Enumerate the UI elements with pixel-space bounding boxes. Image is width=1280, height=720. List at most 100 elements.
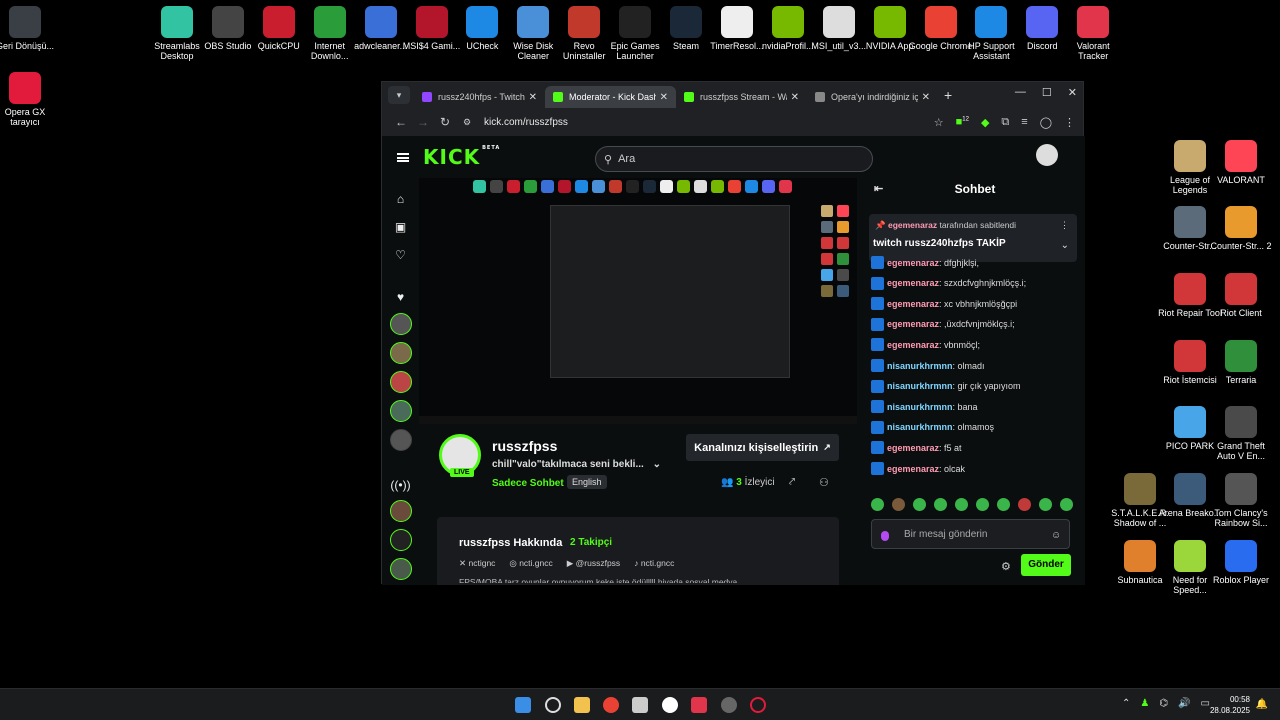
desktop-shortcut[interactable]: Roblox Player [1209,540,1273,585]
chevron-down-icon[interactable]: ⌄ [653,459,661,470]
followed-channel-avatar[interactable] [390,371,412,393]
user-avatar[interactable] [1036,144,1058,166]
search-taskbar-icon[interactable] [545,697,561,713]
chat-username[interactable]: nisanurkhrmnn [887,422,953,432]
recommended-channel-avatar[interactable] [390,500,412,522]
network-icon[interactable]: ⌬ [1159,698,1168,709]
chat-message[interactable]: egemenaraz: szxdcfvghnjkmlöçş.i; [871,276,1026,290]
emote-icon[interactable] [955,498,968,511]
send-button[interactable]: Gönder [1021,554,1071,576]
tray-chevron-icon[interactable]: ⌃ [1122,698,1130,709]
pinned-options-icon[interactable]: ⋮ [1060,220,1069,231]
desktop-shortcut[interactable]: Opera GX tarayıcı [0,72,57,127]
notification-bell-icon[interactable]: 🔔 [1256,699,1268,710]
language-tag[interactable]: English [567,475,607,489]
chat-username[interactable]: egemenaraz [887,258,939,268]
emote-icon[interactable] [1018,498,1031,511]
browser-tab[interactable]: Opera'yı indirdiğiniz için... ✕ [807,86,938,108]
maximize-icon[interactable]: ☐ [1042,86,1052,99]
emote-icon[interactable] [976,498,989,511]
desktop-shortcut[interactable]: Riot Client [1209,273,1273,318]
opera-gx-taskbar-icon[interactable] [750,697,766,713]
stream-category[interactable]: Sadece Sohbet [492,478,564,489]
chat-message[interactable]: nisanurkhrmnn: bana [871,400,978,414]
social-tiktok[interactable]: ♪ ncti.gncc [634,558,674,569]
share-icon[interactable]: ⤤ [789,476,795,489]
clock[interactable]: 00:58 28.08.2025 [1210,694,1250,716]
browse-icon[interactable]: ▣ [390,216,411,237]
menu-hamburger-icon[interactable] [397,152,409,162]
emote-icon[interactable] [1060,498,1073,511]
reload-icon[interactable]: ↻ [434,115,456,129]
tab-close-icon[interactable]: ✕ [791,92,799,103]
chat-username[interactable]: egemenaraz [887,464,939,474]
chat-message[interactable]: egemenaraz: ,üxdcfvnjmöklçş.i; [871,317,1015,331]
close-window-icon[interactable]: ✕ [1068,86,1077,99]
home-icon[interactable]: ⌂ [390,188,411,209]
microphone-icon[interactable] [881,531,889,541]
tab-close-icon[interactable]: ✕ [660,92,668,103]
stream-title[interactable]: chill"valo"takılmaca seni bekli... ⌄ [492,459,661,470]
desktop-shortcut[interactable]: Tom Clancy's Rainbow Si... [1209,473,1273,528]
expand-chevron-icon[interactable]: ⌄ [1061,240,1069,251]
chat-message[interactable]: egemenaraz: f5 at [871,441,962,455]
timer-icon[interactable] [662,697,678,713]
emoji-icon[interactable]: ☺ [1051,530,1061,541]
emote-icon[interactable] [934,498,947,511]
desktop-shortcut[interactable]: Valorant Tracker [1061,6,1125,61]
windows-start-icon[interactable] [515,697,531,713]
valorant-tracker-icon[interactable] [691,697,707,713]
file-explorer-icon[interactable] [574,697,590,713]
chat-message-input[interactable]: Bir mesaj gönderin [871,519,1070,549]
chat-message[interactable]: nisanurkhrmnn: olmadı [871,359,985,372]
extensions-puzzle-icon[interactable]: ⧉ [1001,116,1009,129]
desktop-shortcut[interactable]: VALORANT [1209,140,1273,185]
chat-message[interactable]: egemenaraz: xc vbhnjkmlöşğçpi [871,297,1017,311]
video-player[interactable] [419,178,857,424]
chat-message[interactable]: egemenaraz: olcak [871,462,965,475]
desktop-shortcut[interactable]: Geri Dönüşü... [0,6,57,51]
tab-close-icon[interactable]: ✕ [922,92,930,103]
minimize-icon[interactable]: — [1015,86,1026,99]
url-field[interactable]: kick.com/russzfpss [484,117,934,128]
media-icon[interactable]: ≡ [1021,116,1027,129]
follow-user-icon[interactable]: ⚇ [819,476,829,489]
social-instagram[interactable]: ◎ ncti.gncc [509,558,552,569]
kick-logo[interactable]: KICK BETA [423,145,500,169]
chat-settings-gear-icon[interactable]: ⚙ [1001,560,1011,573]
desktop-shortcut[interactable]: Counter-Str... 2 [1209,206,1273,251]
collapse-chat-icon[interactable]: ⇤ [874,178,883,200]
browser-tab[interactable]: russzfpss Stream - Watc... ✕ [676,86,807,108]
followed-channel-avatar[interactable] [390,313,412,335]
search-input[interactable]: ⚲ Ara [595,146,873,172]
desktop-shortcut[interactable]: Grand Theft Auto V En... [1209,406,1273,461]
chat-username[interactable]: nisanurkhrmnn [887,361,953,371]
browser-tab[interactable]: russz240hfps - Twitch ✕ [414,86,545,108]
chat-message[interactable]: nisanurkhrmnn: gir çık yapıyıom [871,379,1021,393]
followed-channel-avatar[interactable] [390,400,412,422]
browser-tab[interactable]: Moderator - Kick Dashb... ✕ [545,86,676,108]
bookmark-star-icon[interactable]: ☆ [934,116,944,129]
volume-icon[interactable]: 🔊 [1178,698,1190,709]
emote-icon[interactable] [1039,498,1052,511]
social-youtube[interactable]: ▶ @russzfpss [567,558,620,569]
menu-dots-icon[interactable]: ⋮ [1064,116,1075,129]
followed-channel-avatar[interactable] [390,429,412,451]
desktop-shortcut[interactable]: Terraria [1209,340,1273,385]
emote-icon[interactable] [913,498,926,511]
recommended-channel-avatar[interactable] [390,558,412,580]
site-info-icon[interactable]: ⚙ [456,117,478,128]
chrome-taskbar-icon[interactable] [603,697,619,713]
extension-badge-icon[interactable]: ■12 [956,116,969,129]
social-x[interactable]: ✕ nctignc [459,558,495,569]
chat-username[interactable]: egemenaraz [887,299,939,309]
chat-username[interactable]: nisanurkhrmnn [887,402,953,412]
chat-message[interactable]: egemenaraz: vbnmöçl; [871,338,980,352]
following-heart-icon[interactable]: ♡ [390,244,411,265]
back-icon[interactable]: ← [390,115,412,129]
tab-search-chevron-icon[interactable]: ▾ [388,86,410,104]
emote-icon[interactable] [892,498,905,511]
battery-icon[interactable]: ▭ [1201,698,1210,709]
pinned-message[interactable]: 📌 egemenaraz tarafından sabitlendi twitc… [869,214,1077,262]
chat-username[interactable]: egemenaraz [887,319,939,329]
